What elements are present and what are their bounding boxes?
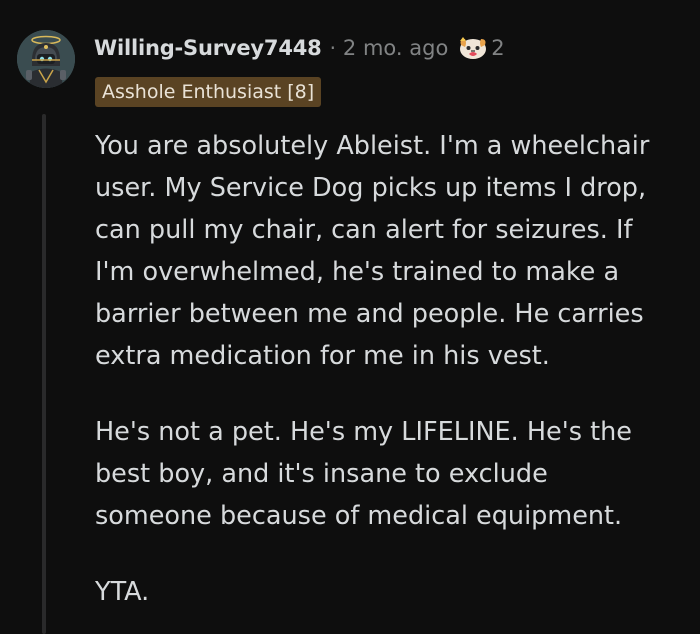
comment-timestamp[interactable]: 2 mo. ago [343,36,448,60]
text-line: can pull my chair, can alert for seizure… [95,215,633,245]
text-line: YTA. [95,577,150,607]
text-line: He's not a pet. He's my LIFELINE. He's t… [95,417,632,447]
text-line: You are absolutely Ableist. I'm a wheelc… [95,131,650,161]
comment-body: You are absolutely Ableist. I'm a wheelc… [95,125,695,613]
award-count: 2 [491,36,505,60]
comment-paragraph: He's not a pet. He's my LIFELINE. He's t… [95,411,695,537]
text-line: someone because of medical equipment. [95,501,623,531]
author-username[interactable]: Willing-Survey7448 [94,36,322,60]
avatar[interactable] [17,30,75,88]
text-line: extra medication for me in his vest. [95,341,550,371]
user-flair: Asshole Enthusiast [8] [95,77,322,107]
comment-paragraph: YTA. [95,571,695,613]
text-line: user. My Service Dog picks up items I dr… [95,173,647,203]
thread-collapse-line[interactable] [42,114,46,634]
comment-paragraph: You are absolutely Ableist. I'm a wheelc… [95,125,695,377]
award-badge[interactable]: 2 [457,35,505,61]
comment-header: Willing-Survey7448 · 2 mo. ago 2 [94,33,505,63]
text-line: best boy, and it's insane to exclude [95,459,548,489]
comment: Willing-Survey7448 · 2 mo. ago 2 Asshole… [0,0,700,634]
wholesome-seal-award-icon [460,37,487,59]
user-avatar-robot-icon [17,30,75,88]
meta-separator: · [329,36,336,60]
text-line: barrier between me and people. He carrie… [95,299,644,329]
text-line: I'm overwhelmed, he's trained to make a [95,257,620,287]
